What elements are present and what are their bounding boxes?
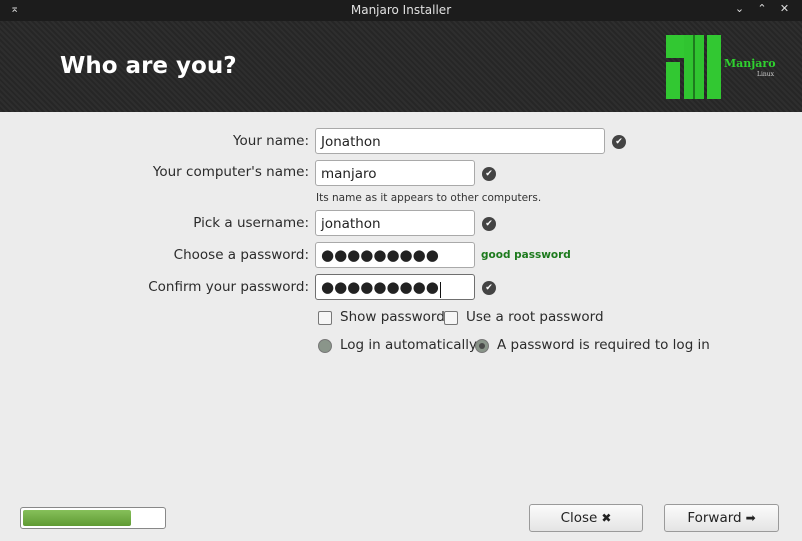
login-automatically-label[interactable]: Log in automatically — [340, 337, 477, 353]
root-password-checkbox[interactable] — [444, 311, 458, 325]
password-input[interactable]: ●●●●●●●●● — [315, 242, 475, 268]
installer-window: ⌅ Manjaro Installer ⌄ ⌃ ✕ Who are you? M… — [0, 0, 802, 541]
password-strength-text: good password — [481, 249, 571, 261]
maximize-icon[interactable]: ⌃ — [753, 2, 772, 15]
computer-name-input[interactable]: manjaro — [315, 160, 475, 186]
login-password-label[interactable]: A password is required to log in — [497, 337, 710, 353]
close-button-label: Close — [560, 510, 598, 526]
confirm-password-input[interactable]: ●●●●●●●●● — [315, 274, 475, 300]
forward-button-label: Forward — [687, 510, 742, 526]
confirm-password-label: Confirm your password: — [148, 279, 309, 295]
forward-arrow-icon: ➡ — [745, 511, 756, 525]
close-icon: ✖ — [601, 511, 612, 525]
text-cursor — [439, 282, 441, 298]
name-input[interactable]: Jonathon — [315, 128, 605, 154]
computer-name-hint: Its name as it appears to other computer… — [316, 192, 542, 204]
window-title: Manjaro Installer — [350, 3, 452, 17]
forward-button[interactable]: Forward ➡ — [664, 504, 779, 532]
confirm-password-valid-icon: ✔ — [482, 281, 496, 295]
username-input[interactable]: jonathon — [315, 210, 475, 236]
page-header: Who are you? Manjaro Linux — [0, 21, 802, 112]
password-dots: ●●●●●●●●● — [321, 246, 439, 264]
close-window-icon[interactable]: ✕ — [775, 2, 794, 15]
show-password-label[interactable]: Show password — [340, 309, 445, 325]
page-title: Who are you? — [60, 53, 237, 79]
logo-sub-text: Linux — [757, 71, 775, 78]
window-controls: ⌄ ⌃ ✕ — [730, 2, 794, 15]
show-password-checkbox[interactable] — [318, 311, 332, 325]
install-progress-bar — [20, 507, 166, 529]
computer-name-label: Your computer's name: — [152, 164, 309, 180]
close-button[interactable]: Close ✖ — [529, 504, 643, 532]
username-label: Pick a username: — [193, 215, 309, 231]
logo-brand-text: Manjaro — [724, 57, 776, 70]
username-valid-icon: ✔ — [482, 217, 496, 231]
password-label: Choose a password: — [173, 247, 309, 263]
progress-fill — [23, 510, 131, 526]
name-label: Your name: — [233, 133, 309, 149]
login-automatically-radio[interactable] — [318, 339, 332, 353]
title-bar[interactable]: ⌅ Manjaro Installer ⌄ ⌃ ✕ — [0, 0, 802, 21]
computer-name-valid-icon: ✔ — [482, 167, 496, 181]
confirm-password-dots: ●●●●●●●●● — [321, 278, 439, 296]
name-valid-icon: ✔ — [612, 135, 626, 149]
login-password-radio[interactable] — [475, 339, 489, 353]
root-password-label[interactable]: Use a root password — [466, 309, 604, 325]
minimize-icon[interactable]: ⌄ — [730, 2, 749, 15]
manjaro-logo: Manjaro Linux — [666, 35, 779, 99]
